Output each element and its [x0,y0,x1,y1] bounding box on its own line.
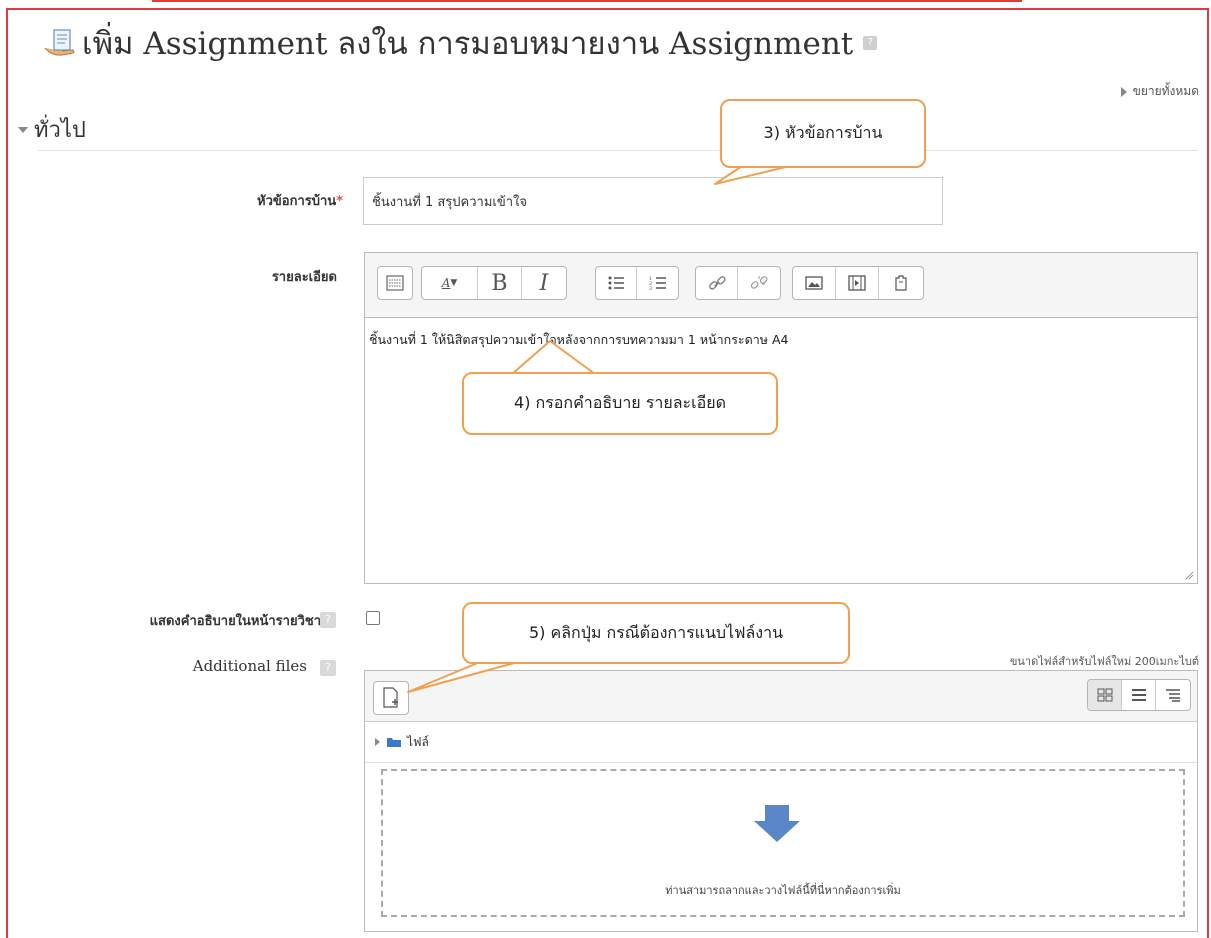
callout-tails [407,165,791,693]
callout-assignment-name: 3) หัวข้อการบ้าน [720,99,926,168]
callout-add-file: 5) คลิกปุ่ม กรณีต้องการแนบไฟล์งาน [462,602,850,664]
callout-description: 4) กรอกคำอธิบาย รายละเอียด [462,372,778,435]
